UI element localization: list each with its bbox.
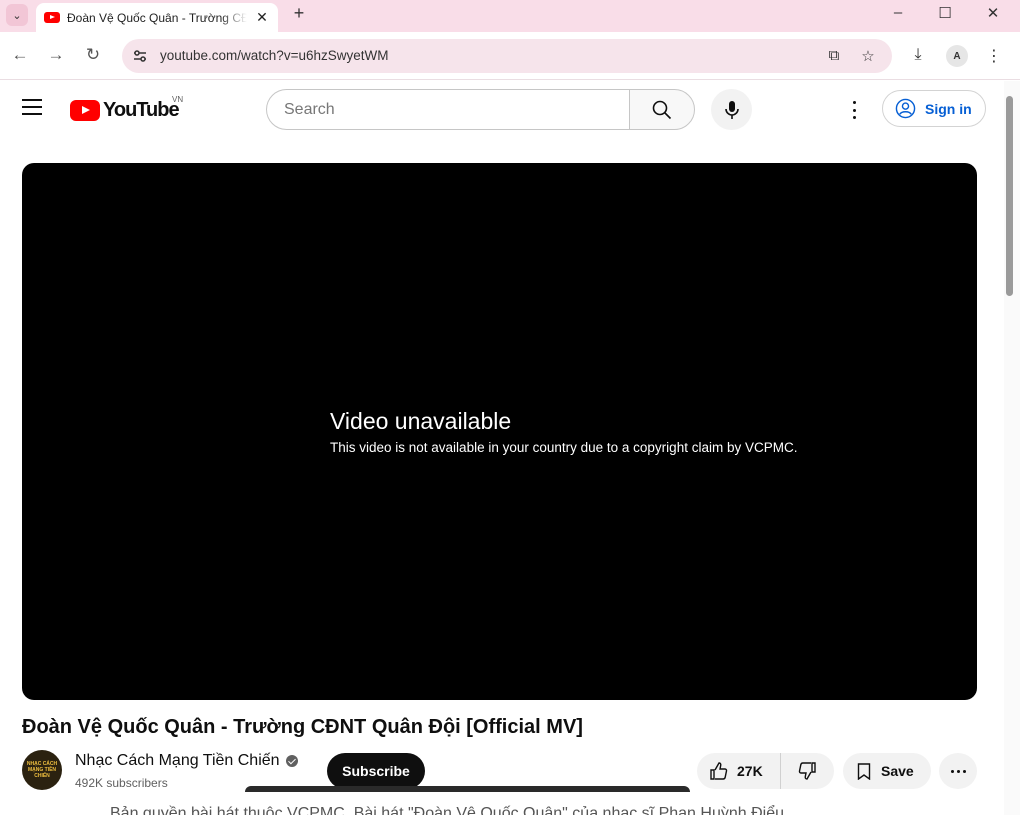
dislike-button[interactable] (781, 753, 833, 789)
youtube-logo[interactable]: YouTube VN (70, 95, 183, 122)
error-message: This video is not available in your coun… (330, 440, 798, 455)
star-icon[interactable]: ☆ (858, 47, 878, 65)
maximize-icon[interactable]: ☐ (935, 4, 955, 22)
tab-title: Đoàn Vệ Quốc Quân - Trường CĐNT Quân Đội… (67, 10, 247, 25)
arrow-left-icon[interactable]: ← (10, 45, 30, 65)
subscribe-button[interactable]: Subscribe (327, 753, 425, 789)
like-button[interactable]: 27K (697, 753, 781, 789)
profile-icon[interactable]: A (946, 45, 968, 67)
thumbs-down-icon (798, 762, 816, 780)
video-title: Đoàn Vệ Quốc Quân - Trường CĐNT Quân Đội… (22, 716, 583, 738)
url-text: youtube.com/watch?v=u6hzSwyetWM (160, 48, 389, 63)
subscriber-count: 492K subscribers (75, 776, 168, 790)
video-player[interactable]: Video unavailable This video is not avai… (22, 163, 977, 700)
channel-name[interactable]: Nhạc Cách Mạng Tiền Chiến (75, 752, 298, 770)
mic-icon (724, 100, 739, 119)
tab-list-button[interactable]: ⌄ (6, 4, 28, 26)
sign-in-label: Sign in (925, 100, 972, 117)
avatar-text: NHẠC CÁCH MẠNG TIỀN CHIẾN (26, 761, 58, 779)
new-tab-button[interactable]: + (288, 3, 310, 24)
bookmark-icon (857, 762, 871, 780)
more-actions-button[interactable] (939, 753, 977, 789)
window-close-icon[interactable]: ✕ (983, 4, 1003, 22)
browser-menu-icon[interactable]: ⋮ (984, 46, 1004, 66)
search-button[interactable] (629, 89, 695, 130)
like-dislike-group: 27K (697, 753, 834, 789)
like-count: 27K (737, 763, 763, 779)
browser-tab[interactable]: Đoàn Vệ Quốc Quân - Trường CĐNT Quân Đội… (36, 3, 278, 32)
sign-in-button[interactable]: Sign in (882, 90, 986, 127)
channel-avatar[interactable]: NHẠC CÁCH MẠNG TIỀN CHIẾN (22, 750, 62, 790)
minimize-icon[interactable]: – (888, 4, 908, 21)
hamburger-menu-icon[interactable] (22, 99, 44, 117)
search-icon (652, 100, 672, 119)
thumbs-up-icon (710, 762, 728, 780)
install-app-icon[interactable]: ⧉ (824, 47, 844, 64)
save-label: Save (881, 763, 914, 779)
browser-toolbar: ← → ↻ youtube.com/watch?v=u6hzSwyetWM ⧉ … (0, 32, 1020, 80)
user-circle-icon (895, 98, 916, 119)
verified-icon (285, 755, 298, 767)
youtube-favicon-icon (44, 12, 60, 23)
tune-icon[interactable] (132, 48, 148, 64)
search-input[interactable]: Search (266, 89, 630, 130)
reload-icon[interactable]: ↻ (83, 45, 103, 65)
description-peek: Bản quyền bài hát thuộc VCPMC. Bài hát "… (110, 805, 784, 815)
youtube-wordmark: YouTube (103, 99, 180, 121)
country-code: VN (172, 95, 184, 104)
scrollbar-thumb[interactable] (1006, 96, 1013, 296)
arrow-right-icon[interactable]: → (46, 45, 66, 65)
address-bar[interactable]: youtube.com/watch?v=u6hzSwyetWM ⧉ ☆ (122, 39, 892, 73)
save-button[interactable]: Save (843, 753, 931, 789)
youtube-masthead: YouTube VN Search Sign in (0, 81, 1004, 139)
voice-search-button[interactable] (711, 89, 752, 130)
kebab-icon[interactable] (844, 100, 864, 120)
channel-name-text: Nhạc Cách Mạng Tiền Chiến (75, 752, 280, 769)
description-box-edge (245, 786, 690, 792)
download-icon[interactable]: ⤓ (908, 46, 928, 64)
youtube-play-icon (70, 100, 100, 121)
error-title: Video unavailable (330, 408, 512, 434)
close-icon[interactable]: ✕ (254, 9, 270, 26)
chevron-down-icon: ⌄ (12, 9, 22, 22)
browser-tab-strip: ⌄ Đoàn Vệ Quốc Quân - Trường CĐNT Quân Đ… (0, 0, 1020, 32)
